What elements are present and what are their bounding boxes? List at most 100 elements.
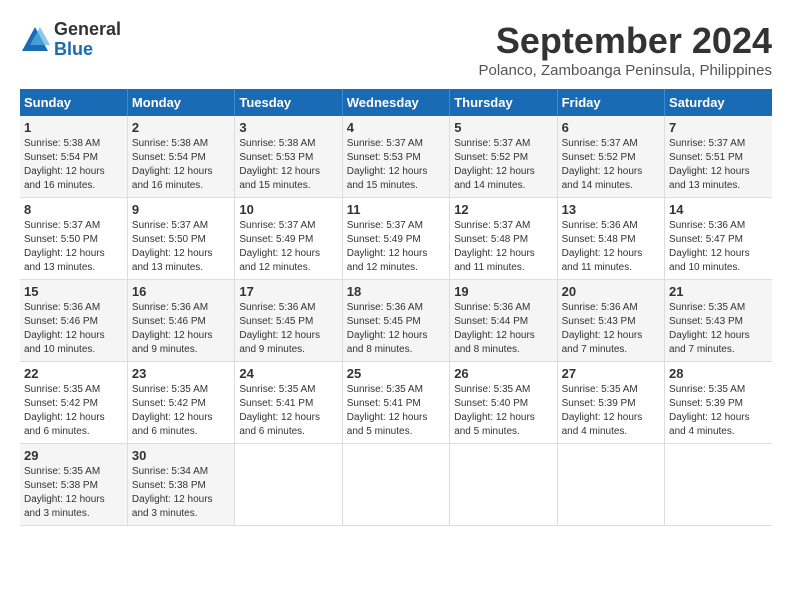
table-row: 11 Sunrise: 5:37 AM Sunset: 5:49 PM Dayli… — [342, 198, 449, 280]
day-number: 7 — [669, 120, 768, 135]
day-number: 13 — [562, 202, 660, 217]
day-number: 27 — [562, 366, 660, 381]
day-number: 11 — [347, 202, 445, 217]
table-row — [665, 444, 772, 526]
logo-general: General — [54, 20, 121, 40]
page-header: General Blue September 2024 Polanco, Zam… — [20, 20, 772, 79]
day-info: Sunrise: 5:36 AM Sunset: 5:44 PM Dayligh… — [454, 301, 552, 357]
header-monday: Monday — [127, 89, 234, 116]
table-row: 10 Sunrise: 5:37 AM Sunset: 5:49 PM Dayli… — [235, 198, 342, 280]
day-info: Sunrise: 5:36 AM Sunset: 5:46 PM Dayligh… — [132, 301, 230, 357]
day-info: Sunrise: 5:35 AM Sunset: 5:41 PM Dayligh… — [347, 383, 445, 439]
day-info: Sunrise: 5:37 AM Sunset: 5:49 PM Dayligh… — [239, 219, 337, 275]
logo-icon — [20, 25, 50, 55]
table-row: 8 Sunrise: 5:37 AM Sunset: 5:50 PM Daylig… — [20, 198, 127, 280]
calendar-week-4: 22 Sunrise: 5:35 AM Sunset: 5:42 PM Dayli… — [20, 362, 772, 444]
day-info: Sunrise: 5:35 AM Sunset: 5:40 PM Dayligh… — [454, 383, 552, 439]
day-info: Sunrise: 5:37 AM Sunset: 5:52 PM Dayligh… — [562, 137, 660, 193]
day-info: Sunrise: 5:37 AM Sunset: 5:48 PM Dayligh… — [454, 219, 552, 275]
table-row: 3 Sunrise: 5:38 AM Sunset: 5:53 PM Daylig… — [235, 116, 342, 198]
day-info: Sunrise: 5:38 AM Sunset: 5:53 PM Dayligh… — [239, 137, 337, 193]
logo-text: General Blue — [54, 20, 121, 60]
day-number: 20 — [562, 284, 660, 299]
day-info: Sunrise: 5:35 AM Sunset: 5:39 PM Dayligh… — [669, 383, 768, 439]
table-row: 4Sunrise: 5:37 AM Sunset: 5:53 PM Daylig… — [342, 116, 449, 198]
table-row: 17 Sunrise: 5:36 AM Sunset: 5:45 PM Dayli… — [235, 280, 342, 362]
day-number: 29 — [24, 448, 123, 463]
day-info: Sunrise: 5:35 AM Sunset: 5:38 PM Dayligh… — [24, 465, 123, 521]
day-number: 28 — [669, 366, 768, 381]
day-number: 19 — [454, 284, 552, 299]
day-info: Sunrise: 5:37 AM Sunset: 5:50 PM Dayligh… — [132, 219, 230, 275]
header-thursday: Thursday — [450, 89, 557, 116]
day-number: 23 — [132, 366, 230, 381]
table-row — [342, 444, 449, 526]
day-number: 17 — [239, 284, 337, 299]
calendar-week-2: 8 Sunrise: 5:37 AM Sunset: 5:50 PM Daylig… — [20, 198, 772, 280]
table-row: 14Sunrise: 5:36 AM Sunset: 5:47 PM Dayli… — [665, 198, 772, 280]
table-row: 1Sunrise: 5:38 AM Sunset: 5:54 PM Daylig… — [20, 116, 127, 198]
header-tuesday: Tuesday — [235, 89, 342, 116]
header-saturday: Saturday — [665, 89, 772, 116]
day-number: 3 — [239, 120, 337, 135]
day-number: 18 — [347, 284, 445, 299]
day-number: 25 — [347, 366, 445, 381]
table-row: 16 Sunrise: 5:36 AM Sunset: 5:46 PM Dayli… — [127, 280, 234, 362]
day-info: Sunrise: 5:35 AM Sunset: 5:41 PM Dayligh… — [239, 383, 337, 439]
day-number: 30 — [132, 448, 230, 463]
table-row: 20 Sunrise: 5:36 AM Sunset: 5:43 PM Dayli… — [557, 280, 664, 362]
table-row: 5 Sunrise: 5:37 AM Sunset: 5:52 PM Daylig… — [450, 116, 557, 198]
table-row — [557, 444, 664, 526]
logo-blue: Blue — [54, 40, 121, 60]
table-row: 24Sunrise: 5:35 AM Sunset: 5:41 PM Dayli… — [235, 362, 342, 444]
day-info: Sunrise: 5:37 AM Sunset: 5:52 PM Dayligh… — [454, 137, 552, 193]
day-number: 8 — [24, 202, 123, 217]
day-info: Sunrise: 5:34 AM Sunset: 5:38 PM Dayligh… — [132, 465, 230, 521]
day-number: 10 — [239, 202, 337, 217]
location: Polanco, Zamboanga Peninsula, Philippine… — [478, 62, 772, 79]
table-row — [235, 444, 342, 526]
table-row: 25 Sunrise: 5:35 AM Sunset: 5:41 PM Dayli… — [342, 362, 449, 444]
calendar-week-1: 1Sunrise: 5:38 AM Sunset: 5:54 PM Daylig… — [20, 116, 772, 198]
day-info: Sunrise: 5:35 AM Sunset: 5:42 PM Dayligh… — [132, 383, 230, 439]
header-wednesday: Wednesday — [342, 89, 449, 116]
table-row: 23 Sunrise: 5:35 AM Sunset: 5:42 PM Dayli… — [127, 362, 234, 444]
day-info: Sunrise: 5:37 AM Sunset: 5:49 PM Dayligh… — [347, 219, 445, 275]
table-row: 28 Sunrise: 5:35 AM Sunset: 5:39 PM Dayli… — [665, 362, 772, 444]
day-info: Sunrise: 5:36 AM Sunset: 5:47 PM Dayligh… — [669, 219, 768, 275]
day-number: 12 — [454, 202, 552, 217]
day-info: Sunrise: 5:35 AM Sunset: 5:42 PM Dayligh… — [24, 383, 123, 439]
day-info: Sunrise: 5:35 AM Sunset: 5:43 PM Dayligh… — [669, 301, 768, 357]
day-number: 4 — [347, 120, 445, 135]
day-number: 15 — [24, 284, 123, 299]
day-number: 22 — [24, 366, 123, 381]
day-info: Sunrise: 5:37 AM Sunset: 5:51 PM Dayligh… — [669, 137, 768, 193]
day-info: Sunrise: 5:35 AM Sunset: 5:39 PM Dayligh… — [562, 383, 660, 439]
table-row: 26Sunrise: 5:35 AM Sunset: 5:40 PM Dayli… — [450, 362, 557, 444]
day-number: 6 — [562, 120, 660, 135]
day-number: 5 — [454, 120, 552, 135]
table-row: 29 Sunrise: 5:35 AM Sunset: 5:38 PM Dayli… — [20, 444, 127, 526]
day-info: Sunrise: 5:36 AM Sunset: 5:43 PM Dayligh… — [562, 301, 660, 357]
table-row: 15 Sunrise: 5:36 AM Sunset: 5:46 PM Dayli… — [20, 280, 127, 362]
table-row: 6 Sunrise: 5:37 AM Sunset: 5:52 PM Daylig… — [557, 116, 664, 198]
day-info: Sunrise: 5:36 AM Sunset: 5:45 PM Dayligh… — [239, 301, 337, 357]
day-info: Sunrise: 5:37 AM Sunset: 5:50 PM Dayligh… — [24, 219, 123, 275]
table-row — [450, 444, 557, 526]
day-number: 21 — [669, 284, 768, 299]
table-row: 30 Sunrise: 5:34 AM Sunset: 5:38 PM Dayli… — [127, 444, 234, 526]
table-row: 21 Sunrise: 5:35 AM Sunset: 5:43 PM Dayli… — [665, 280, 772, 362]
header-row: Sunday Monday Tuesday Wednesday Thursday… — [20, 89, 772, 116]
day-number: 9 — [132, 202, 230, 217]
day-number: 1 — [24, 120, 123, 135]
calendar-table: Sunday Monday Tuesday Wednesday Thursday… — [20, 89, 772, 526]
logo: General Blue — [20, 20, 121, 60]
table-row: 22 Sunrise: 5:35 AM Sunset: 5:42 PM Dayli… — [20, 362, 127, 444]
title-section: September 2024 Polanco, Zamboanga Penins… — [478, 20, 772, 79]
table-row: 2Sunrise: 5:38 AM Sunset: 5:54 PM Daylig… — [127, 116, 234, 198]
day-info: Sunrise: 5:36 AM Sunset: 5:45 PM Dayligh… — [347, 301, 445, 357]
day-number: 16 — [132, 284, 230, 299]
day-info: Sunrise: 5:36 AM Sunset: 5:46 PM Dayligh… — [24, 301, 123, 357]
table-row: 13Sunrise: 5:36 AM Sunset: 5:48 PM Dayli… — [557, 198, 664, 280]
calendar-week-5: 29 Sunrise: 5:35 AM Sunset: 5:38 PM Dayli… — [20, 444, 772, 526]
